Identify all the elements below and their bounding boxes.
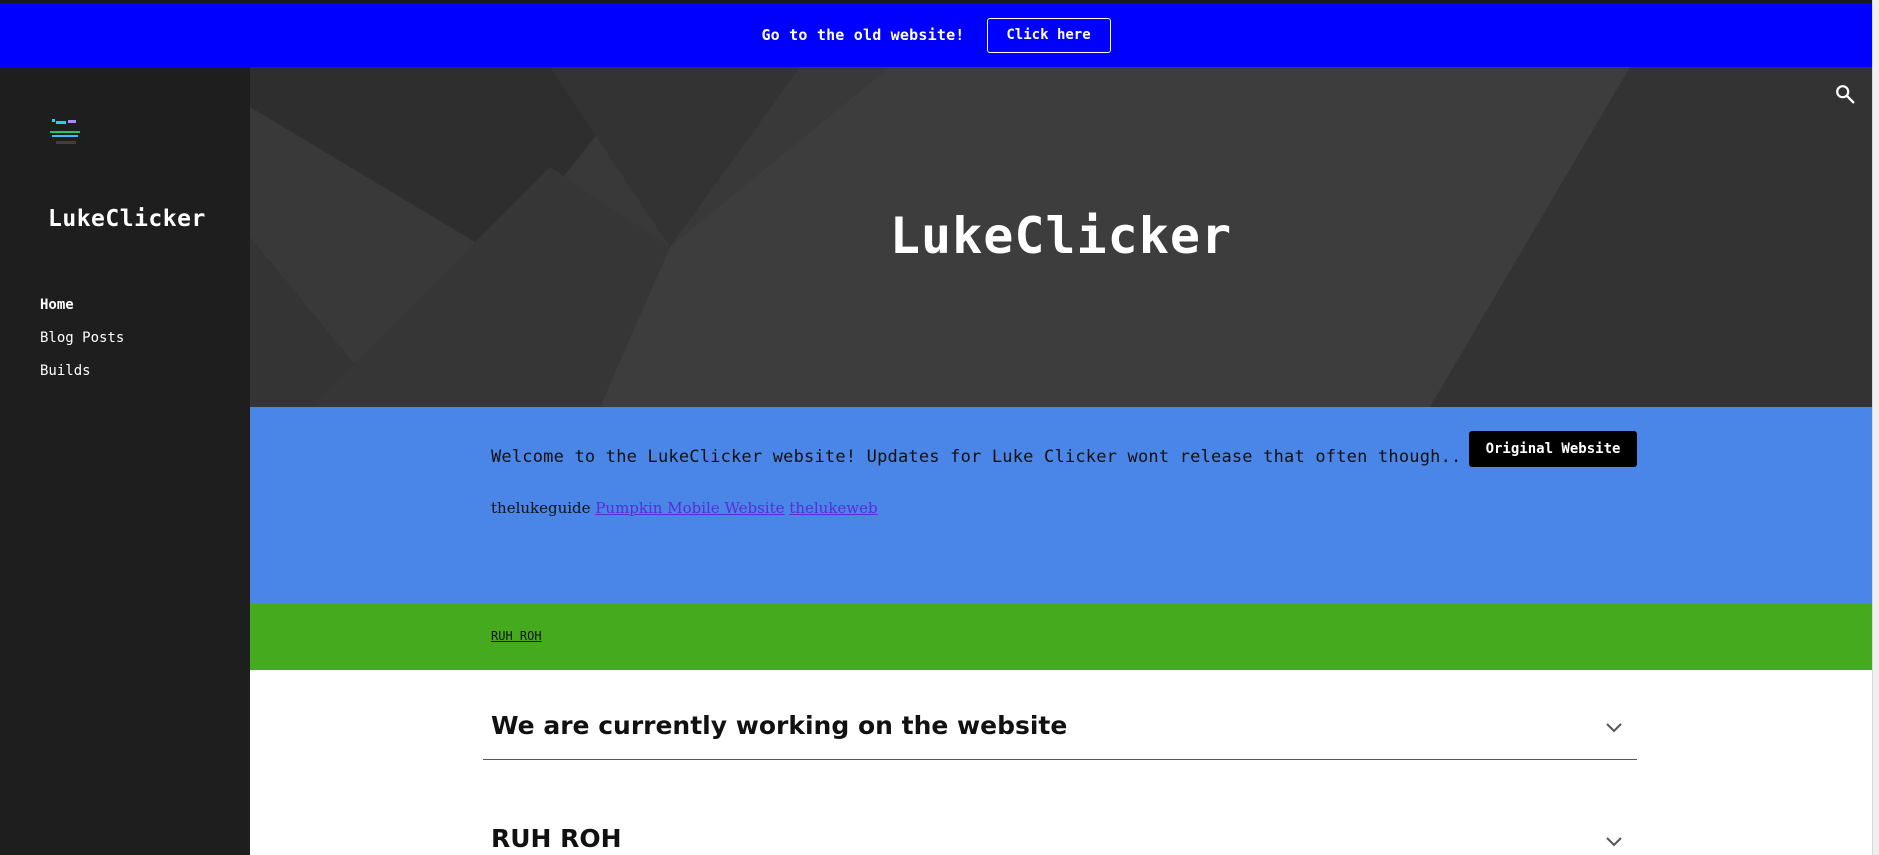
- original-website-button[interactable]: Original Website: [1469, 431, 1637, 467]
- thelukeguide-label: thelukeguide: [491, 499, 591, 517]
- sidebar-nav: Home Blog Posts Builds: [40, 297, 124, 396]
- banner-text: Go to the old website!: [761, 26, 965, 44]
- chevron-down-icon[interactable]: [1605, 722, 1623, 734]
- sidebar-item-builds[interactable]: Builds: [40, 363, 124, 379]
- sidebar-item-blog-posts[interactable]: Blog Posts: [40, 330, 124, 346]
- accordion-title: We are currently working on the website: [491, 711, 1068, 740]
- accordion-working-on-website[interactable]: We are currently working on the website: [483, 707, 1637, 760]
- click-here-button[interactable]: Click here: [986, 17, 1111, 53]
- alert-section: RUH ROH: [250, 604, 1872, 670]
- chevron-down-icon[interactable]: [1605, 836, 1623, 848]
- page: Go to the old website! Click here LukeCl…: [0, 0, 1879, 855]
- hero-title: LukeClicker: [889, 207, 1233, 265]
- sidebar: LukeClicker Home Blog Posts Builds: [0, 67, 250, 855]
- thelukeweb-link[interactable]: thelukeweb: [789, 499, 877, 517]
- pumpkin-mobile-website-link[interactable]: Pumpkin Mobile Website: [595, 499, 784, 517]
- accordion-ruh-roh[interactable]: RUH ROH: [483, 820, 1637, 855]
- scrollbar[interactable]: [1872, 0, 1879, 855]
- old-website-banner: Go to the old website! Click here: [0, 0, 1872, 67]
- site-title[interactable]: LukeClicker: [48, 206, 206, 232]
- ruh-roh-link[interactable]: RUH ROH: [491, 629, 542, 643]
- accordion-title: RUH ROH: [491, 824, 622, 853]
- welcome-text: Welcome to the LukeClicker website! Upda…: [491, 447, 1462, 467]
- sidebar-item-home[interactable]: Home: [40, 297, 124, 313]
- lukeclicker-logo-icon[interactable]: [46, 115, 86, 153]
- search-icon[interactable]: [1834, 83, 1856, 105]
- welcome-section: Welcome to the LukeClicker website! Upda…: [250, 407, 1872, 604]
- hero-banner: LukeClicker: [250, 67, 1872, 407]
- links-line: thelukeguide Pumpkin Mobile Website thel…: [491, 499, 878, 517]
